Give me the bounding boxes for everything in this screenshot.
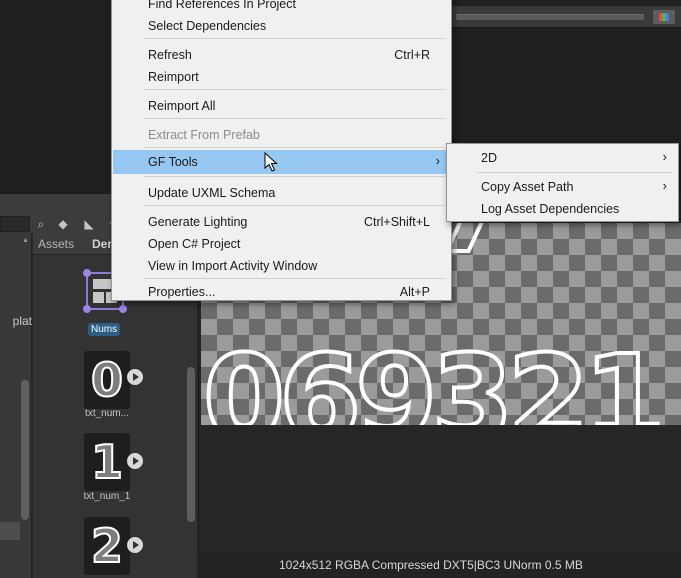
menu-separator	[144, 176, 445, 177]
asset-label[interactable]: txt_num...	[77, 408, 137, 419]
menu-item-generate-lighting[interactable]: Generate Lighting Ctrl+Shift+L	[113, 211, 450, 233]
submenu-item-label: Copy Asset Path	[481, 180, 574, 194]
context-menu: Find References In Project Select Depend…	[111, 0, 452, 301]
submenu-arrow-icon: ›	[662, 178, 667, 193]
menu-item-label: Reimport All	[148, 99, 216, 113]
asset-scrollbar[interactable]	[185, 255, 197, 578]
menu-item-find-references[interactable]: Find References In Project	[113, 0, 450, 15]
search-input[interactable]	[0, 216, 30, 232]
menu-separator	[144, 89, 445, 90]
submenu-item-label: Log Asset Dependencies	[481, 202, 620, 216]
menu-item-open-csharp-project[interactable]: Open C# Project	[113, 233, 450, 255]
menu-separator	[144, 205, 445, 206]
menu-separator	[477, 172, 672, 173]
menu-item-update-uxml-schema[interactable]: Update UXML Schema	[113, 182, 450, 204]
mip-level-slider[interactable]	[456, 14, 644, 20]
asset-label[interactable]: txt_num_1	[77, 491, 137, 502]
menu-item-reimport[interactable]: Reimport	[113, 66, 450, 88]
preview-toolbar	[450, 6, 681, 28]
submenu-arrow-icon: ›	[435, 153, 440, 168]
menu-item-view-import-activity[interactable]: View in Import Activity Window	[113, 255, 450, 277]
mouse-cursor-icon	[264, 152, 278, 172]
color-channel-icon[interactable]	[653, 10, 675, 24]
asset-thumbnail[interactable]: 1	[84, 433, 130, 491]
search-icon[interactable]: ⌕	[33, 216, 49, 232]
menu-item-shortcut: Alt+P	[399, 285, 430, 299]
menu-item-shortcut: Ctrl+Shift+L	[363, 215, 430, 229]
breadcrumb-assets[interactable]: Assets	[38, 237, 74, 251]
asset-grid: Nums 0 txt_num... 1 txt_num_1 2	[33, 255, 185, 578]
menu-item-label: Find References In Project	[148, 0, 296, 11]
folder-scrollbar[interactable]	[21, 380, 29, 520]
folder-item-label[interactable]: plat	[0, 314, 32, 328]
filter-label-icon[interactable]: ◣	[81, 216, 97, 232]
menu-item-label: GF Tools	[148, 155, 198, 169]
menu-item-label: Update UXML Schema	[148, 186, 276, 200]
menu-item-label: Properties...	[148, 285, 216, 299]
scroll-up-arrow-icon[interactable]: ▲	[22, 237, 29, 244]
menu-item-gf-tools[interactable]: GF Tools ›	[113, 150, 450, 174]
menu-item-label: Open C# Project	[148, 237, 241, 251]
submenu-item-2d[interactable]: 2D ›	[448, 147, 677, 169]
submenu-item-log-asset-dependencies[interactable]: Log Asset Dependencies	[448, 198, 677, 220]
filter-type-icon[interactable]: ◆	[55, 216, 71, 232]
preview-digits-row: 069321	[201, 327, 668, 425]
menu-item-label: Extract From Prefab	[148, 128, 260, 142]
play-icon[interactable]	[127, 369, 143, 385]
menu-separator	[144, 147, 445, 148]
gf-tools-submenu: 2D › Copy Asset Path › Log Asset Depende…	[446, 143, 679, 222]
play-icon[interactable]	[127, 453, 143, 469]
menu-item-refresh[interactable]: Refresh Ctrl+R	[113, 44, 450, 66]
menu-item-label: Refresh	[148, 48, 192, 62]
submenu-arrow-icon: ›	[662, 149, 667, 164]
menu-item-reimport-all[interactable]: Reimport All	[113, 95, 450, 117]
menu-item-properties[interactable]: Properties... Alt+P	[113, 281, 450, 303]
menu-item-label: View in Import Activity Window	[148, 259, 318, 273]
folder-selected-row[interactable]	[0, 522, 20, 540]
menu-item-label: Select Dependencies	[148, 19, 267, 33]
asset-thumbnail[interactable]: 0	[84, 351, 130, 409]
menu-item-select-dependencies[interactable]: Select Dependencies	[113, 15, 450, 37]
play-icon[interactable]	[127, 537, 143, 553]
breadcrumb-current[interactable]: Der	[92, 237, 112, 251]
asset-scrollbar-thumb[interactable]	[187, 367, 195, 522]
asset-thumbnail[interactable]: 2	[84, 517, 130, 575]
menu-item-extract-from-prefab: Extract From Prefab	[113, 124, 450, 146]
submenu-item-copy-asset-path[interactable]: Copy Asset Path ›	[448, 176, 677, 198]
menu-item-shortcut: Ctrl+R	[394, 48, 430, 62]
menu-item-label: Reimport	[148, 70, 199, 84]
submenu-item-label: 2D	[481, 151, 497, 165]
asset-label[interactable]: Nums	[88, 323, 121, 336]
menu-separator	[144, 118, 445, 119]
preview-info-bar: 1024x512 RGBA Compressed DXT5|BC3 UNorm …	[198, 553, 681, 578]
menu-separator	[144, 278, 445, 279]
menu-separator	[144, 38, 445, 39]
texture-info-text: 1024x512 RGBA Compressed DXT5|BC3 UNorm …	[279, 558, 583, 572]
menu-item-label: Generate Lighting	[148, 215, 248, 229]
